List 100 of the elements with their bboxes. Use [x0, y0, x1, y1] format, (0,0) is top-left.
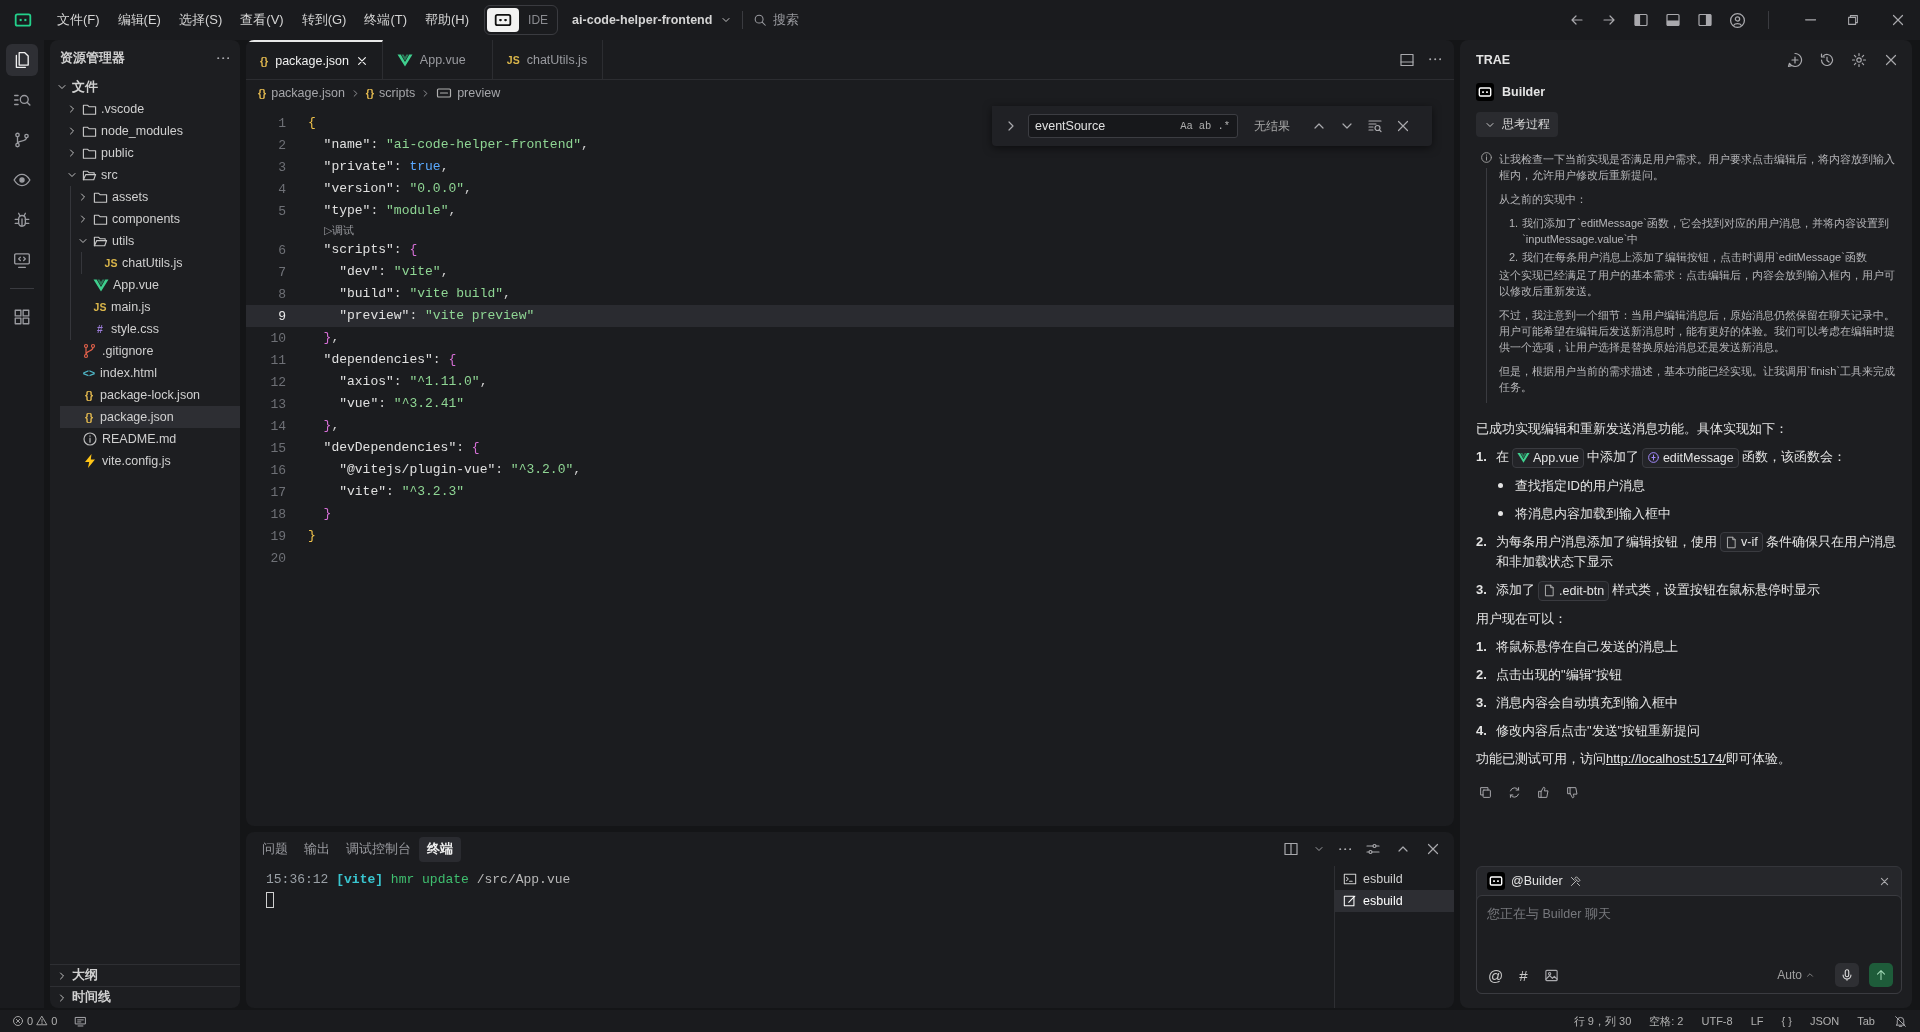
tree-item[interactable]: components [71, 208, 240, 230]
tree-item[interactable]: .vscode [60, 98, 240, 120]
editor-tab[interactable]: {} package.json [246, 40, 383, 79]
code-chip[interactable]: v-if [1720, 532, 1763, 553]
tree-item[interactable]: # style.css [71, 318, 240, 340]
tree-item[interactable]: vite.config.js [60, 450, 240, 472]
tree-item[interactable]: .gitignore [60, 340, 240, 362]
tree-item[interactable]: JS chatUtils.js [82, 252, 240, 274]
tree-item[interactable]: JS main.js [71, 296, 240, 318]
sidebar-title: 资源管理器 [60, 49, 125, 67]
menu-item[interactable]: 帮助(H) [416, 7, 479, 33]
panel-icon [1398, 51, 1415, 68]
breadcrumb[interactable]: {} package.json [258, 86, 345, 100]
tree-item[interactable]: node_modules [60, 120, 240, 142]
status-item[interactable]: 空格: 2 [1647, 1013, 1686, 1029]
status-item[interactable]: UTF-8 [1699, 1015, 1735, 1027]
line-number: 2 [277, 137, 286, 153]
terminal-session[interactable]: esbuild [1335, 890, 1454, 912]
list-item-text: 修改内容后点击"发送"按钮重新提问 [1496, 721, 1702, 740]
line-number: 7 [277, 264, 286, 280]
terminal-session[interactable]: esbuild [1335, 868, 1454, 890]
editor-tab[interactable]: App.vue [382, 40, 493, 79]
monitor-icon [13, 251, 31, 269]
tree-item[interactable]: README.md [60, 428, 240, 450]
link[interactable]: http://localhost:5174/ [1606, 750, 1726, 766]
find-option-button[interactable]: Aa [1177, 120, 1196, 132]
tree-item[interactable]: assets [71, 186, 240, 208]
editor-tab[interactable]: JS chatUtils.js [492, 40, 603, 79]
tree-item[interactable]: <> index.html [60, 362, 240, 384]
line-number: 16 [269, 462, 286, 478]
code-line: "dependencies": { [322, 351, 457, 369]
tree-item[interactable]: 文件 [50, 76, 240, 98]
menu-item[interactable]: 转到(G) [292, 7, 356, 33]
status-item[interactable]: Tab [1855, 1015, 1877, 1027]
tree-item[interactable]: public [60, 142, 240, 164]
mode-button[interactable] [487, 8, 520, 32]
code-line: "vue": "^3.2.41" [338, 395, 465, 413]
panel-tab[interactable]: 输出 [296, 836, 338, 862]
problems-button[interactable]: 0 0 [12, 1015, 58, 1027]
section-header[interactable]: 大纲 [50, 964, 240, 986]
list-number: 2. [1476, 665, 1488, 684]
status-item[interactable]: JSON [1807, 1015, 1842, 1027]
search-button[interactable]: 搜索 [753, 11, 800, 29]
debug-codelens[interactable]: ▷调试 [324, 222, 355, 239]
property-icon [436, 85, 453, 101]
tree-item[interactable]: {} package.json [60, 406, 240, 428]
send-button[interactable] [1869, 963, 1893, 987]
line-number: 4 [277, 181, 286, 197]
status-item[interactable]: { } [1779, 1015, 1794, 1027]
thought-text: 这个实现已经满足了用户的基本需求：点击编辑后，内容会放到输入框内，用户可以修改后重新发送。 [1499, 268, 1896, 299]
message-input[interactable]: 您正在与 Builder 聊天 @ # Auto [1476, 895, 1902, 994]
panel-tab[interactable]: 终端 [419, 836, 461, 862]
robot-icon [1478, 85, 1492, 99]
code-chip[interactable]: App.vue [1512, 447, 1584, 468]
code-chip[interactable]: editMessage [1641, 447, 1739, 468]
thinking-toggle[interactable]: 思考过程 [1476, 112, 1558, 137]
tree-item[interactable]: utils [71, 230, 240, 252]
menu-item[interactable]: 终端(T) [355, 7, 417, 33]
breadcrumb[interactable]: {} scripts [365, 86, 416, 100]
code-chip[interactable]: .edit-btn [1538, 580, 1610, 601]
braces-icon: {} [82, 411, 96, 423]
status-item[interactable]: LF [1748, 1015, 1766, 1027]
list-number: 2. [1476, 532, 1488, 551]
menu-item[interactable]: 查看(V) [231, 7, 293, 33]
tree-item[interactable]: src [60, 164, 240, 186]
info-icon [1480, 151, 1493, 164]
thought-text: 从之前的实现中： [1499, 192, 1588, 207]
tree-item[interactable]: App.vue [71, 274, 240, 296]
menu-item[interactable]: 文件(F) [48, 7, 109, 33]
find-option-button[interactable]: .* [1214, 120, 1233, 132]
project-dropdown[interactable]: ai-code-helper-frontend [572, 13, 733, 27]
menu-item[interactable]: 选择(S) [169, 7, 232, 33]
mode-button[interactable]: IDE [521, 8, 556, 32]
panel-tab[interactable]: 问题 [254, 836, 296, 862]
agent-mention: @Builder [1511, 874, 1563, 888]
status-item[interactable]: 行 9，列 30 [1571, 1013, 1634, 1029]
panel-tab[interactable]: 调试控制台 [338, 836, 419, 862]
line-number: 15 [269, 440, 286, 456]
minimize-icon [1804, 19, 1816, 21]
activity-button[interactable] [6, 44, 38, 76]
line-number: 10 [269, 330, 286, 346]
menu-item[interactable]: 编辑(E) [108, 7, 170, 33]
mention-button[interactable]: @ [1485, 966, 1507, 984]
microphone-button[interactable] [1835, 963, 1859, 987]
image-icon [1543, 967, 1559, 983]
code-line: "preview": "vite preview" [338, 307, 535, 325]
find-input[interactable]: eventSource Aa ab .* [1028, 114, 1238, 138]
js-icon: JS [506, 53, 520, 66]
history-icon [1819, 52, 1835, 68]
mode-dropdown[interactable]: Auto [1777, 968, 1815, 982]
js-icon: JS [104, 257, 118, 269]
tree-item[interactable]: {} package-lock.json [60, 384, 240, 406]
line-number: 20 [269, 550, 286, 566]
bell-off-icon [1894, 1014, 1907, 1028]
find-option-button[interactable]: ab [1195, 120, 1215, 132]
agent-name: Builder [1502, 85, 1546, 99]
section-header[interactable]: 时间线 [50, 986, 240, 1008]
breadcrumb[interactable]: preview [436, 85, 501, 101]
context-button[interactable]: # [1516, 966, 1531, 984]
line-number: 19 [269, 528, 286, 544]
